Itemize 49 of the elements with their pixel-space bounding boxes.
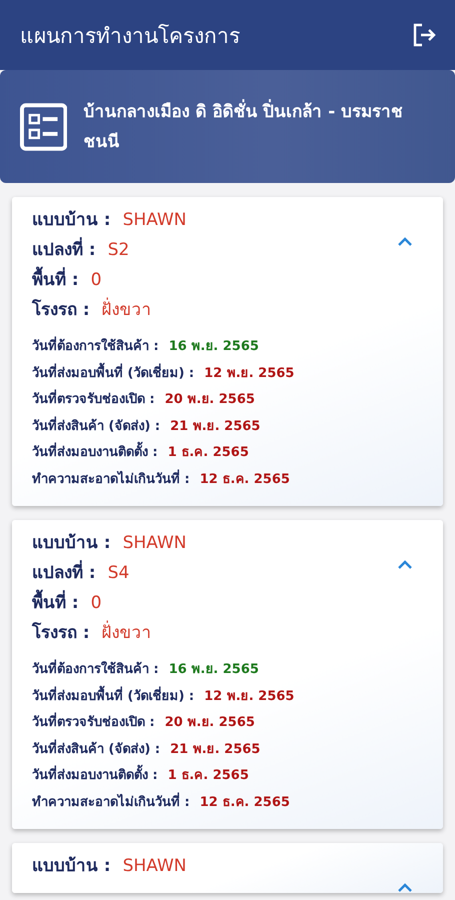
date-value: 12 ธ.ค. 2565 (200, 470, 290, 488)
date-value: 20 พ.ย. 2565 (164, 391, 255, 409)
collapse-chevron-icon[interactable] (397, 883, 413, 893)
logout-icon[interactable] (411, 22, 437, 48)
field-label: แบบบ้าน : (32, 209, 111, 232)
date-value: 20 พ.ย. 2565 (164, 714, 255, 732)
field-value: SHAWN (122, 210, 187, 230)
collapse-chevron-icon[interactable] (397, 237, 413, 247)
field-label: โรงรถ : (32, 621, 90, 645)
date-label: วันที่ต้องการใช้สินค้า : (32, 658, 159, 679)
date-value: 16 พ.ย. 2565 (168, 338, 259, 356)
date-label: วันที่ส่งมอบงานติดตั้ง : (32, 441, 158, 462)
collapse-chevron-icon[interactable] (397, 560, 413, 570)
field-value: ฝั่งขวา (102, 295, 152, 322)
date-value: 1 ธ.ค. 2565 (168, 444, 249, 462)
date-value: 12 พ.ย. 2565 (204, 688, 294, 706)
date-value: 1 ธ.ค. 2565 (168, 767, 249, 785)
field-value: S2 (108, 240, 130, 260)
app-title: แผนการทำงานโครงการ (20, 22, 240, 50)
list-icon (20, 102, 68, 150)
field-value: 0 (90, 593, 102, 613)
field-label: โรงรถ : (32, 298, 90, 322)
date-label: วันที่ตรวจรับช่องเปิด : (32, 711, 155, 732)
field-label: แบบบ้าน : (32, 855, 111, 878)
field-label: แปลงที่ : (32, 558, 96, 585)
date-label: วันที่ส่งมอบพื้นที่ (วัดเชี่ยม) : (32, 684, 194, 706)
field-value: S4 (108, 563, 130, 583)
field-value: ฝั่งขวา (102, 618, 152, 645)
date-label: วันที่ส่งมอบพื้นที่ (วัดเชี่ยม) : (32, 362, 194, 382)
date-label: ทำความสะอาดไม่เกินวันที่ : (32, 468, 190, 488)
field-value: SHAWN (122, 856, 187, 876)
date-label: ทำความสะอาดไม่เกินวันที่ : (32, 792, 190, 812)
date-value: 21 พ.ย. 2565 (170, 740, 260, 758)
project-name: บ้านกลางเมือง ดิ อิดิชั่น ปิ่นเกล้า - บรมราชชนนี (83, 96, 435, 156)
date-label: วันที่ส่งสินค้า (จัดส่ง) : (32, 738, 160, 758)
field-label: แปลงที่ : (32, 235, 96, 262)
date-value: 12 ธ.ค. 2565 (200, 794, 290, 812)
field-label: แบบบ้าน : (32, 532, 111, 555)
field-label: พื้นที่ : (32, 588, 79, 615)
date-value: 12 พ.ย. 2565 (204, 364, 294, 382)
date-label: วันที่ส่งมอบงานติดตั้ง : (32, 764, 158, 785)
field-value: SHAWN (122, 533, 187, 553)
date-value: 16 พ.ย. 2565 (168, 661, 259, 679)
date-label: วันที่ส่งสินค้า (จัดส่ง) : (32, 416, 160, 436)
field-value: 0 (90, 270, 102, 290)
date-value: 21 พ.ย. 2565 (170, 418, 260, 436)
date-label: วันที่ตรวจรับช่องเปิด : (32, 388, 155, 409)
field-label: พื้นที่ : (32, 265, 79, 292)
date-label: วันที่ต้องการใช้สินค้า : (32, 335, 159, 356)
